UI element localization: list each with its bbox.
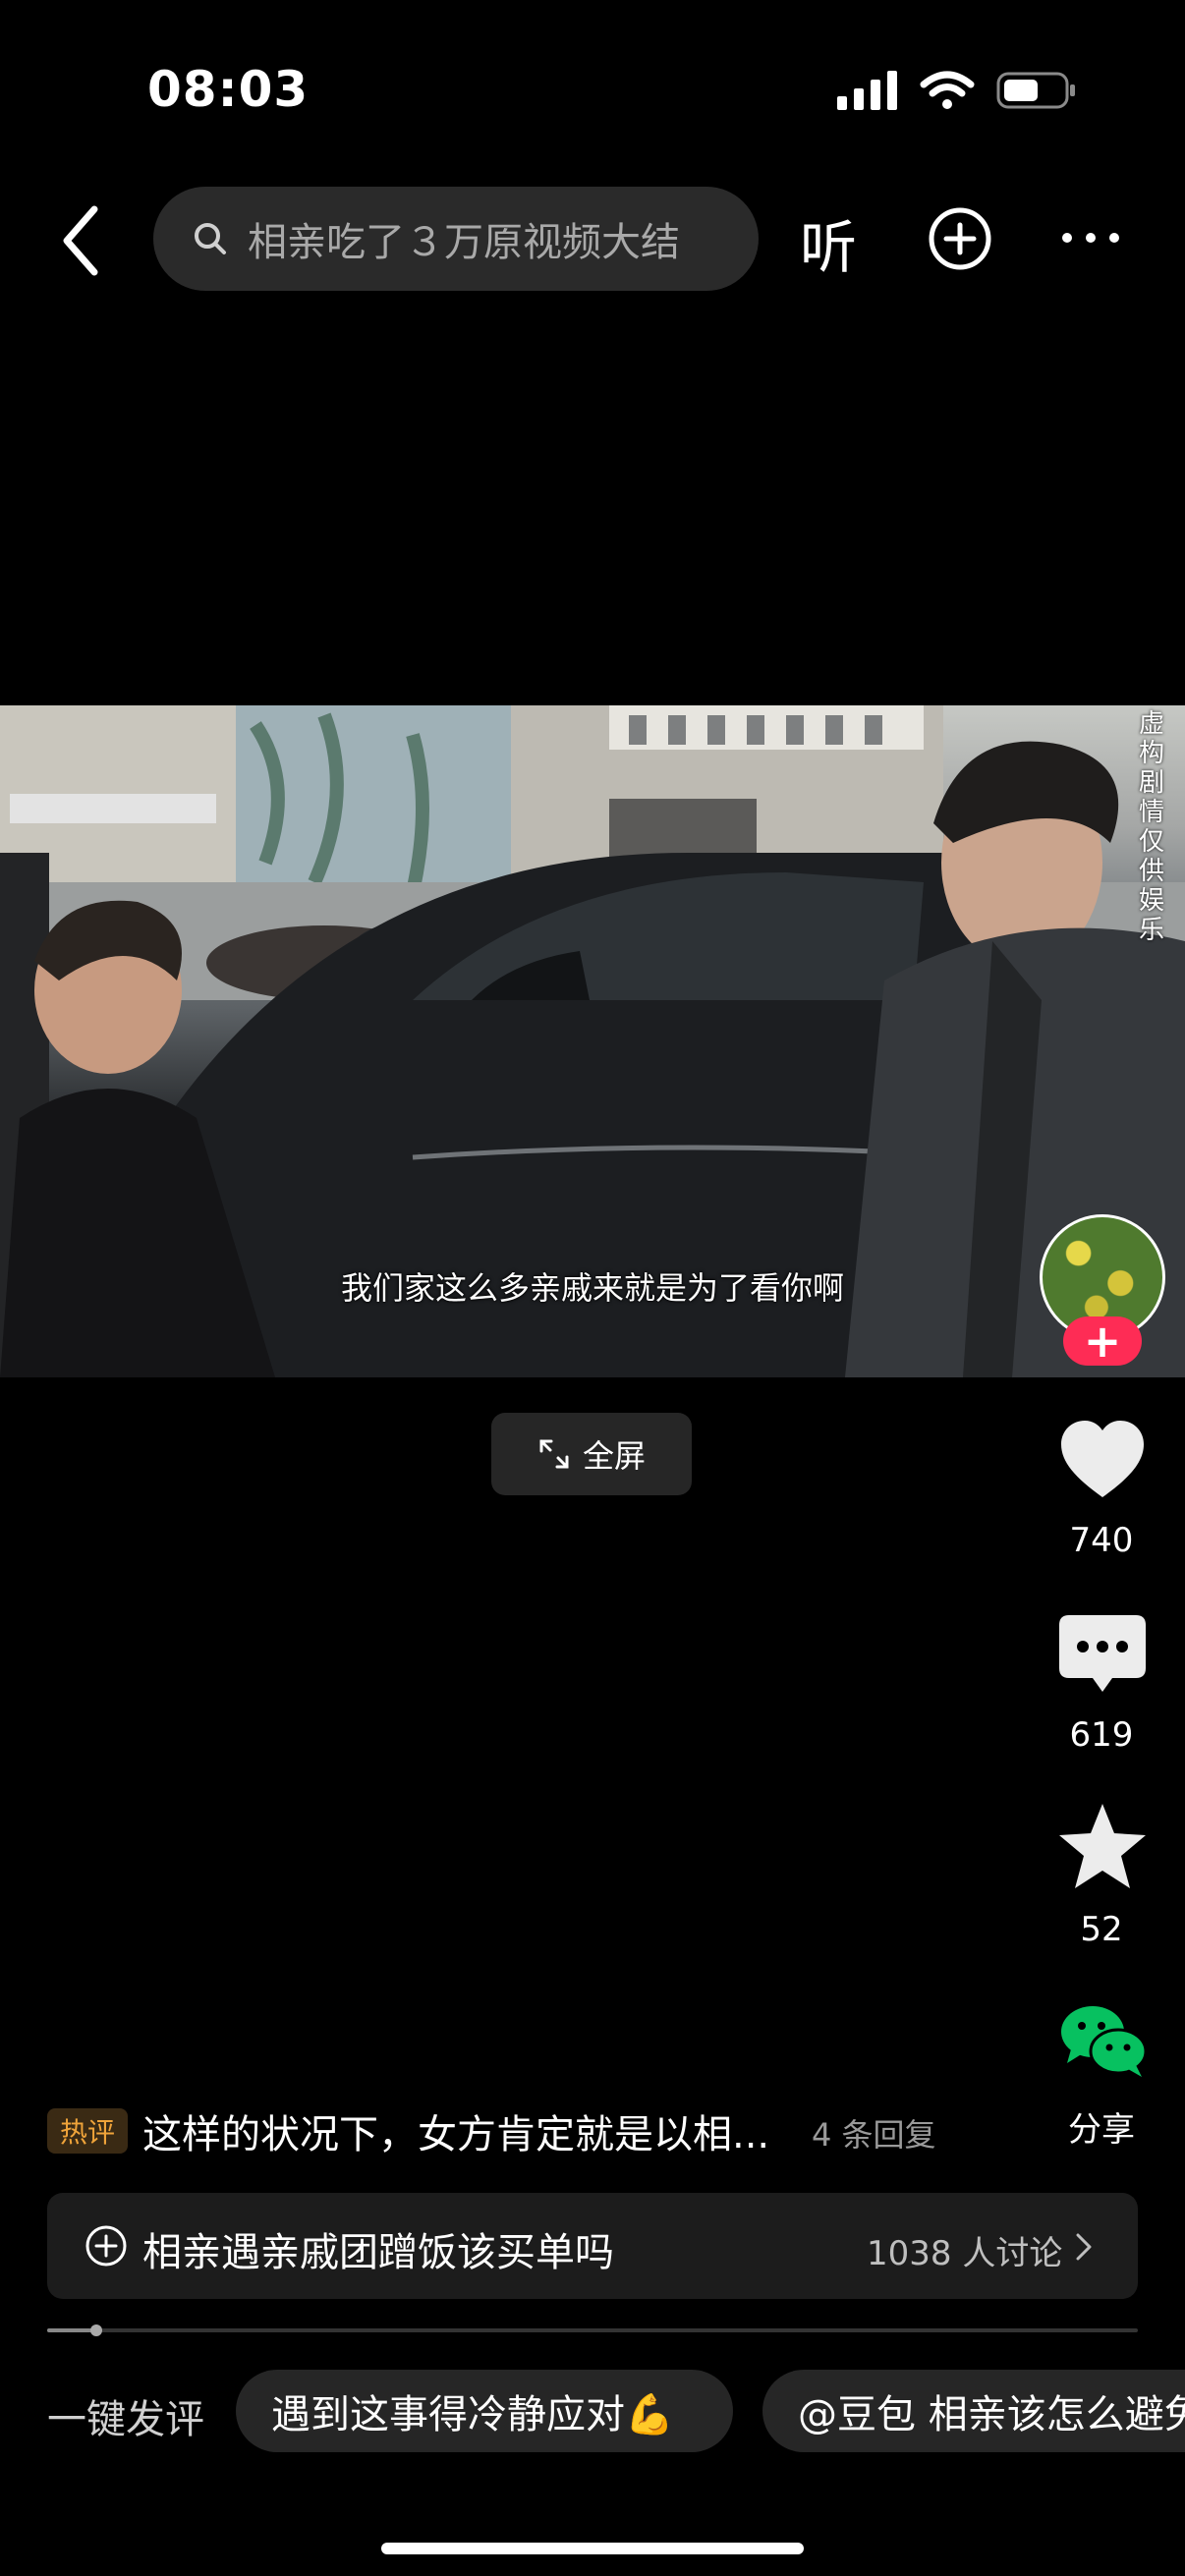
video-watermark: 虚构剧情仅供娱乐 [1138,709,1164,945]
search-bar[interactable]: 相亲吃了３万原视频大结 [153,187,759,291]
fullscreen-button[interactable]: 全屏 [491,1413,692,1495]
wifi-icon [920,71,975,109]
more-icon[interactable] [1059,228,1122,248]
quick-comment-chip[interactable]: 遇到这事得冷静应对💪 [236,2370,733,2452]
progress-track[interactable] [47,2328,1138,2332]
topic-discussion-count: 1038 人讨论 [867,2234,1063,2273]
chevron-right-icon [1076,2233,1092,2261]
share-label: 分享 [1068,2110,1135,2150]
hot-comment-replies[interactable]: 4 条回复 [812,2110,936,2156]
signal-icon [837,71,897,110]
comment-count: 619 [1069,1715,1134,1755]
progress-handle[interactable] [90,2324,102,2336]
search-query: 相亲吃了３万原视频大结 [248,220,680,265]
like-count: 740 [1069,1521,1134,1560]
home-indicator[interactable] [381,2543,804,2554]
comment-icon[interactable] [1055,1607,1150,1702]
quick-comment-label: 一键发评 [47,2397,204,2442]
video-subtitle: 我们家这么多亲戚来就是为了看你啊 [340,1269,844,1307]
follow-button[interactable]: + [1063,1316,1142,1366]
hot-comment-text[interactable]: 这样的状况下，女方肯定就是以相... [142,2102,769,2159]
search-icon [195,223,226,254]
add-topic-icon [85,2225,127,2267]
listen-button[interactable]: 听 [800,201,857,284]
progress-fill [47,2328,94,2332]
fullscreen-label: 全屏 [582,1437,646,1475]
wechat-icon[interactable] [1055,1994,1150,2089]
heart-icon[interactable] [1055,1413,1150,1507]
quick-comment-chip[interactable]: @豆包 相亲该怎么避免 [762,2370,1185,2452]
topic-title: 相亲遇亲戚团蹭饭该买单吗 [142,2230,614,2275]
star-icon[interactable] [1055,1800,1150,1894]
expand-icon [539,1439,569,1469]
hot-comment-badge: 热评 [47,2108,128,2154]
back-icon[interactable] [59,201,102,280]
add-circle-icon[interactable] [928,206,992,271]
status-icons [837,71,1077,110]
battery-icon [996,72,1075,109]
status-time: 08:03 [147,61,310,118]
favorite-count: 52 [1080,1910,1123,1949]
